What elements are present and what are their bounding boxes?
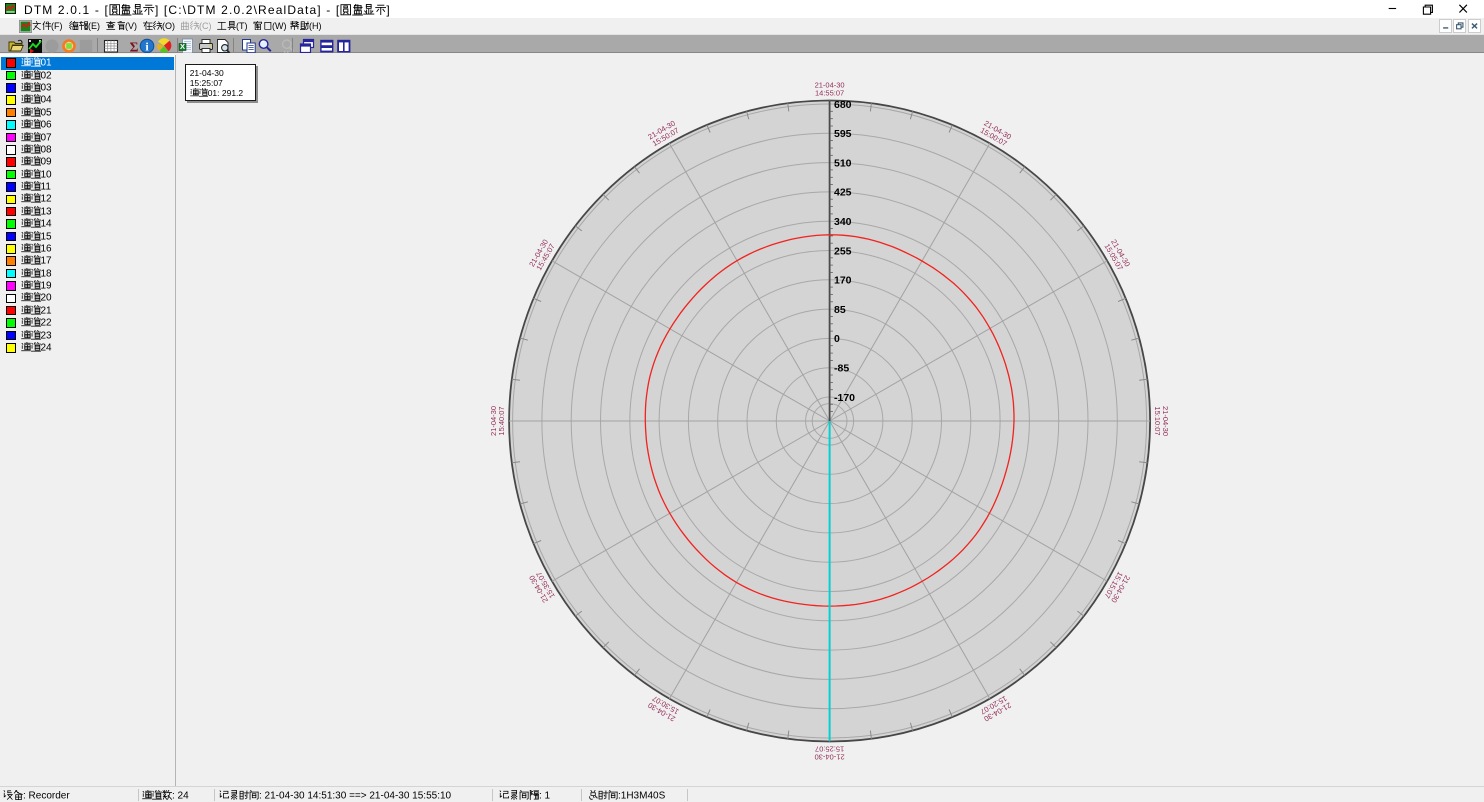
svg-text:0: 0: [834, 333, 840, 345]
svg-text:21-04-3015:40:07: 21-04-3015:40:07: [489, 406, 506, 436]
svg-text:85: 85: [834, 304, 846, 316]
svg-text:170: 170: [834, 275, 852, 287]
svg-text:255: 255: [834, 245, 852, 257]
svg-text:510: 510: [834, 157, 852, 169]
svg-text:21-04-3014:55:07: 21-04-3014:55:07: [815, 81, 845, 98]
svg-text:680: 680: [834, 99, 852, 111]
svg-text:595: 595: [834, 128, 852, 140]
svg-text:21-04-3015:25:07: 21-04-3015:25:07: [815, 745, 845, 762]
svg-text:340: 340: [834, 216, 852, 228]
svg-text:21-04-3015:10:07: 21-04-3015:10:07: [1153, 406, 1170, 436]
svg-text:-85: -85: [834, 363, 849, 375]
svg-text:-170: -170: [834, 392, 855, 404]
svg-text:425: 425: [834, 187, 852, 199]
